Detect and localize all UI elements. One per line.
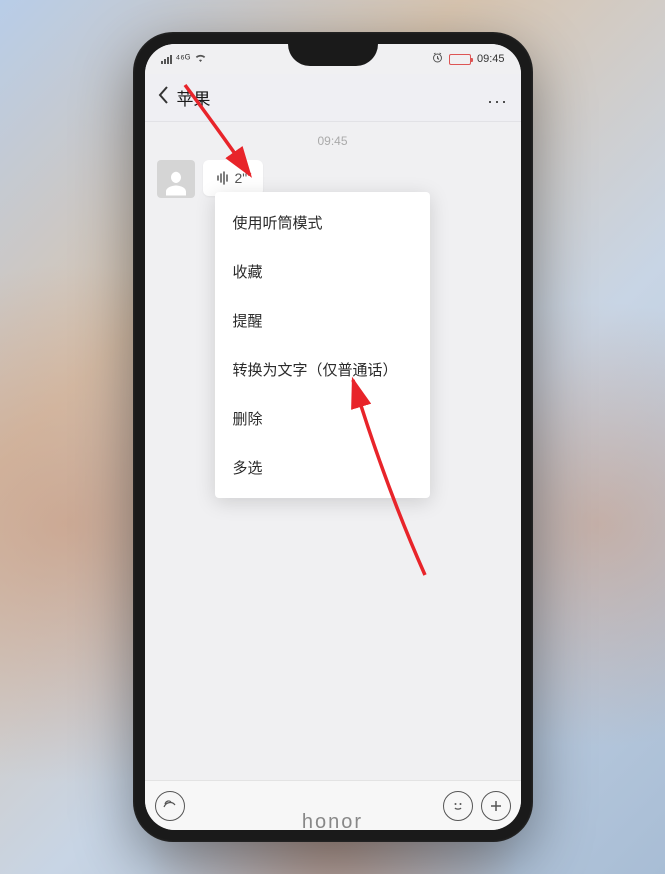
phone-frame: ⁴⁶ᴳ 09:45 苹果 ... 09:45	[133, 32, 533, 842]
context-menu: 使用听筒模式 收藏 提醒 转换为文字（仅普通话） 删除 多选	[215, 192, 430, 498]
chat-timestamp: 09:45	[157, 134, 509, 148]
more-icon[interactable]: ...	[487, 87, 508, 108]
voice-input-icon[interactable]	[155, 791, 185, 821]
voice-message-bubble[interactable]: 2"	[203, 160, 263, 196]
menu-item-multiselect[interactable]: 多选	[215, 443, 430, 492]
battery-icon	[449, 54, 471, 65]
phone-notch	[288, 44, 378, 66]
menu-item-earpiece[interactable]: 使用听筒模式	[215, 198, 430, 247]
menu-item-remind[interactable]: 提醒	[215, 296, 430, 345]
back-icon[interactable]	[157, 85, 169, 111]
phone-screen: ⁴⁶ᴳ 09:45 苹果 ... 09:45	[145, 44, 521, 830]
menu-item-to-text[interactable]: 转换为文字（仅普通话）	[215, 345, 430, 394]
voice-duration: 2"	[235, 170, 248, 186]
menu-item-favorite[interactable]: 收藏	[215, 247, 430, 296]
network-label: ⁴⁶ᴳ	[176, 53, 191, 65]
phone-brand: honor	[302, 811, 363, 834]
wifi-icon	[194, 53, 207, 66]
chat-body: 09:45 2" 使用听筒模式 收藏 提醒 转换为文字（仅普通话） 删除	[145, 122, 521, 780]
status-time: 09:45	[477, 53, 505, 65]
plus-icon[interactable]	[481, 791, 511, 821]
chat-header: 苹果 ...	[145, 74, 521, 122]
menu-item-delete[interactable]: 删除	[215, 394, 430, 443]
status-left: ⁴⁶ᴳ	[161, 53, 208, 66]
emoji-icon[interactable]	[443, 791, 473, 821]
status-right: 09:45	[432, 52, 505, 66]
alarm-icon	[432, 52, 443, 66]
chat-title: 苹果	[177, 85, 488, 110]
avatar[interactable]	[157, 160, 195, 198]
signal-icon	[161, 54, 172, 64]
voice-wave-icon	[217, 171, 229, 185]
